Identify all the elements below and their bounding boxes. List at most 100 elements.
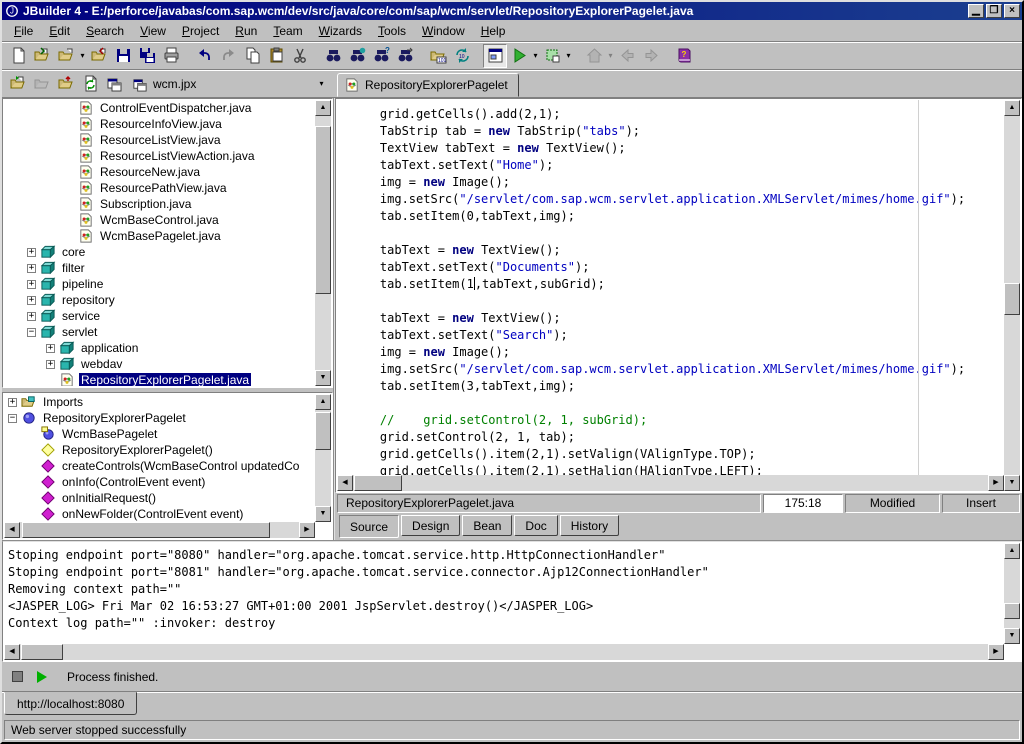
code-editor[interactable]: grid.getCells().add(2,1); TabStrip tab =… [337, 100, 1004, 475]
scrollbar-thumb[interactable] [315, 126, 331, 294]
scroll-down-icon[interactable]: ▼ [315, 370, 331, 386]
menu-view[interactable]: View [132, 22, 174, 40]
scroll-down-icon[interactable]: ▼ [1004, 628, 1020, 644]
editor-hscrollbar[interactable]: ◀ ▶ [337, 475, 1004, 491]
view-tab-bean[interactable]: Bean [462, 515, 512, 536]
search-again-button[interactable]: ? [369, 44, 393, 68]
expand-icon[interactable]: + [46, 360, 55, 369]
combo-dropdown-icon[interactable]: ▾ [314, 75, 329, 93]
menu-help[interactable]: Help [473, 22, 514, 40]
save-all-button[interactable] [135, 44, 159, 68]
scroll-left-icon[interactable]: ◀ [4, 522, 20, 538]
tree-item-webdav[interactable]: +webdav [4, 356, 315, 372]
tree-item-imports[interactable]: +Imports [4, 394, 315, 410]
scroll-down-icon[interactable]: ▼ [1004, 475, 1020, 491]
expand-icon[interactable]: + [27, 296, 36, 305]
project-tree-vscrollbar[interactable]: ▲ ▼ [315, 100, 331, 386]
open-button[interactable] [30, 44, 54, 68]
view-tab-design[interactable]: Design [401, 515, 460, 536]
view-tab-source[interactable]: Source [339, 515, 399, 538]
tree-item-core[interactable]: +core [4, 244, 315, 260]
reopen-button-dropdown-icon[interactable]: ▾ [78, 51, 87, 60]
undo-button[interactable] [192, 44, 216, 68]
menu-window[interactable]: Window [414, 22, 473, 40]
tree-item-wcmbasepagelet[interactable]: WcmBasePagelet [4, 426, 315, 442]
tree-item-service[interactable]: +service [4, 308, 315, 324]
expand-icon[interactable]: + [8, 398, 17, 407]
debug-button-dropdown-icon[interactable]: ▾ [564, 51, 573, 60]
menu-file[interactable]: File [6, 22, 41, 40]
view-tab-history[interactable]: History [560, 515, 619, 536]
close-button[interactable]: × [1004, 4, 1020, 18]
tree-item-resourcenew-java[interactable]: ResourceNew.java [4, 164, 315, 180]
menu-team[interactable]: Team [265, 22, 310, 40]
expand-icon[interactable]: + [46, 344, 55, 353]
scrollbar-thumb[interactable] [22, 522, 270, 538]
tree-item-application[interactable]: +application [4, 340, 315, 356]
menu-search[interactable]: Search [78, 22, 132, 40]
redo-button[interactable] [216, 44, 240, 68]
refresh-project-button[interactable] [78, 72, 102, 96]
paste-button[interactable] [264, 44, 288, 68]
run-button[interactable] [507, 44, 531, 68]
tree-item-wcmbasecontrol-java[interactable]: WcmBaseControl.java [4, 212, 315, 228]
stop-process-icon[interactable] [12, 671, 23, 682]
make-button[interactable]: 101 [426, 44, 450, 68]
structure-vscrollbar[interactable]: ▲ ▼ [315, 394, 331, 522]
forward-button[interactable] [639, 44, 663, 68]
tree-item-wcmbasepagelet-java[interactable]: WcmBasePagelet.java [4, 228, 315, 244]
console-hscrollbar[interactable]: ◀ ▶ [4, 644, 1004, 660]
console-vscrollbar[interactable]: ▲ ▼ [1004, 543, 1020, 644]
find-button[interactable] [321, 44, 345, 68]
scroll-up-icon[interactable]: ▲ [1004, 543, 1020, 559]
tree-item-pipeline[interactable]: +pipeline [4, 276, 315, 292]
tree-item-subscription-java[interactable]: Subscription.java [4, 196, 315, 212]
structure-hscrollbar[interactable]: ◀ ▶ [4, 522, 315, 538]
rebuild-button[interactable]: 10 [450, 44, 474, 68]
title-bar[interactable]: J JBuilder 4 - E:/perforce/javabas/com.s… [2, 2, 1022, 20]
replace-button[interactable] [345, 44, 369, 68]
tree-item-repositoryexplorerpagelet[interactable]: −RepositoryExplorerPagelet [4, 410, 315, 426]
new-button[interactable] [6, 44, 30, 68]
expand-icon[interactable]: + [27, 312, 36, 321]
menu-edit[interactable]: Edit [41, 22, 78, 40]
tree-item-repository[interactable]: +repository [4, 292, 315, 308]
tree-item-resourcelistviewaction-java[interactable]: ResourceListViewAction.java [4, 148, 315, 164]
message-view-button[interactable] [483, 44, 507, 68]
tree-item-repositoryexplorerpagelet[interactable]: RepositoryExplorerPagelet() [4, 442, 315, 458]
tree-item-oninfo-controlevent-event[interactable]: onInfo(ControlEvent event) [4, 474, 315, 490]
collapse-icon[interactable]: − [8, 414, 17, 423]
scroll-up-icon[interactable]: ▲ [1004, 100, 1020, 116]
home-button[interactable] [582, 44, 606, 68]
menu-tools[interactable]: Tools [370, 22, 414, 40]
minimize-button[interactable]: ▁ [968, 4, 984, 18]
menu-project[interactable]: Project [174, 22, 227, 40]
console-tab-localhost[interactable]: http://localhost:8080 [4, 692, 137, 715]
collapse-icon[interactable]: − [27, 328, 36, 337]
scrollbar-thumb[interactable] [354, 475, 402, 491]
tree-item-filter[interactable]: +filter [4, 260, 315, 276]
console-output[interactable]: Stoping endpoint port="8080" handler="or… [4, 543, 1004, 644]
scroll-left-icon[interactable]: ◀ [4, 644, 20, 660]
view-tab-doc[interactable]: Doc [514, 515, 557, 536]
menu-wizards[interactable]: Wizards [311, 22, 370, 40]
scrollbar-thumb[interactable] [315, 412, 331, 450]
scroll-right-icon[interactable]: ▶ [988, 644, 1004, 660]
open-project-button[interactable] [6, 72, 30, 96]
tree-item-servlet[interactable]: −servlet [4, 324, 315, 340]
back-button[interactable] [615, 44, 639, 68]
file-tab-repositoryexplorerpagelet[interactable]: RepositoryExplorerPagelet [337, 73, 519, 97]
add-to-project-button[interactable] [54, 72, 78, 96]
print-button[interactable] [159, 44, 183, 68]
tree-item-controleventdispatcher-java[interactable]: ControlEventDispatcher.java [4, 100, 315, 116]
project-properties-button[interactable] [102, 72, 126, 96]
scroll-left-icon[interactable]: ◀ [337, 475, 353, 491]
structure-tree[interactable]: +Imports−RepositoryExplorerPageletWcmBas… [4, 394, 315, 522]
debug-button[interactable] [540, 44, 564, 68]
run-process-icon[interactable] [37, 671, 47, 683]
tree-item-resourcepathview-java[interactable]: ResourcePathView.java [4, 180, 315, 196]
project-tree[interactable]: ControlEventDispatcher.javaResourceInfoV… [4, 100, 315, 386]
scrollbar-thumb[interactable] [21, 644, 63, 660]
close-project-button[interactable] [30, 72, 54, 96]
expand-icon[interactable]: + [27, 264, 36, 273]
